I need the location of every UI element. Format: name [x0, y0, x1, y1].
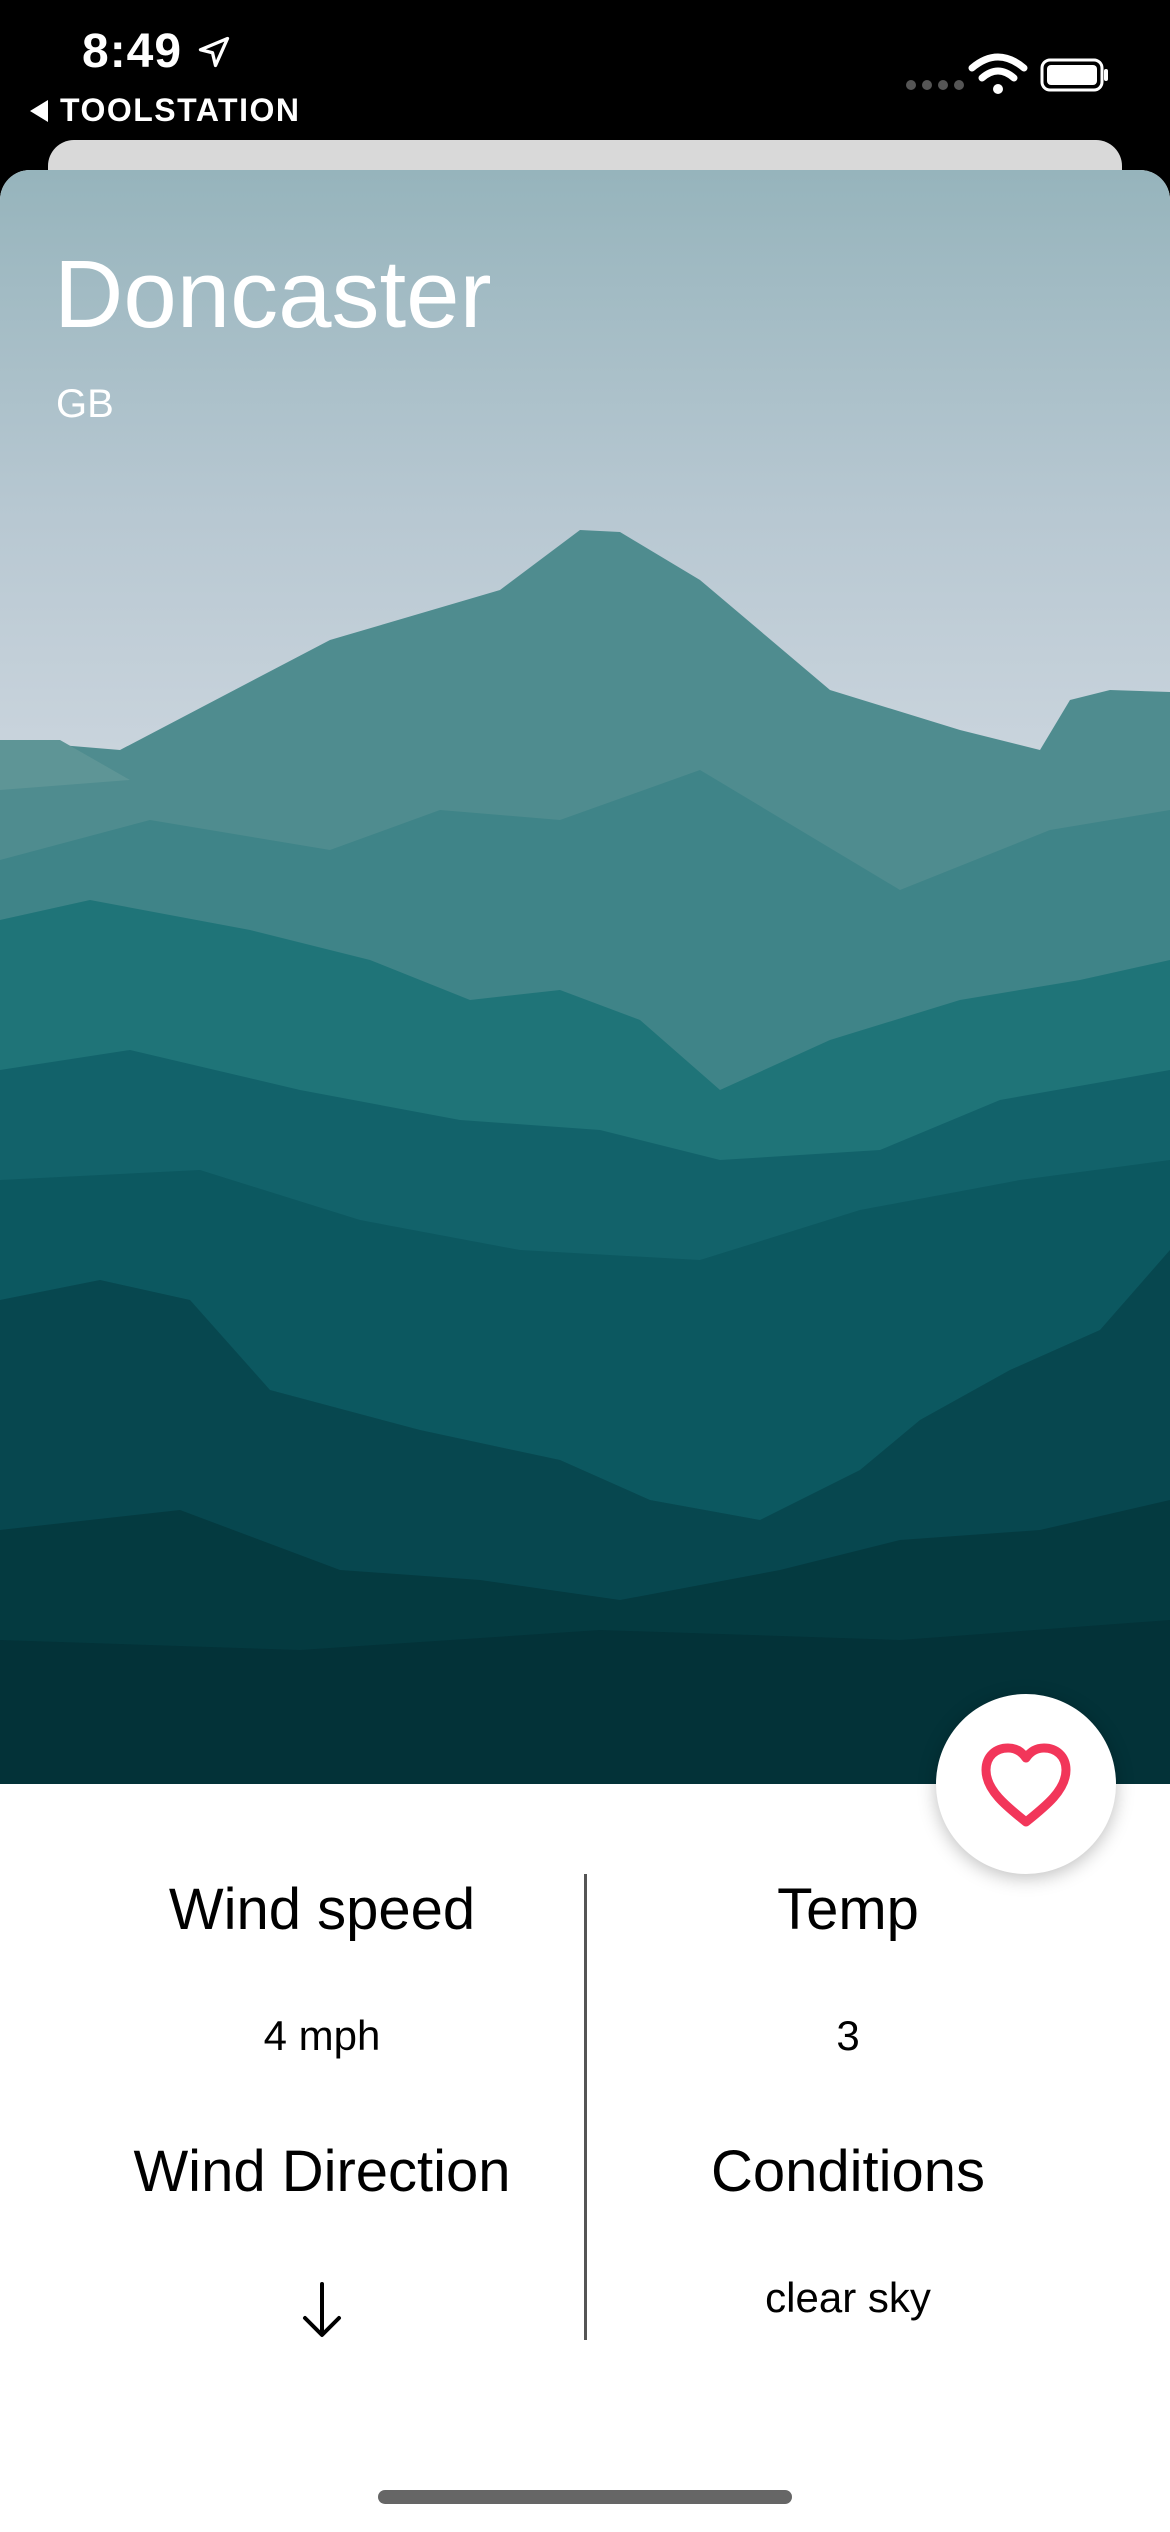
- conditions-value: clear sky: [765, 2274, 931, 2321]
- column-divider: [584, 1874, 587, 2340]
- temp-value: 3: [836, 2012, 860, 2059]
- wifi-icon: [968, 53, 1028, 94]
- status-time: 8:49: [82, 25, 183, 78]
- location-arrow-icon: [198, 36, 230, 68]
- status-bar: 8:49 TOOLSTATION: [0, 0, 1170, 140]
- wind-speed-value: 4 mph: [263, 2012, 381, 2059]
- mountain-hero-image: Doncaster GB: [0, 170, 1170, 1784]
- city-name: Doncaster: [54, 241, 492, 348]
- battery-icon: [1040, 58, 1108, 92]
- heart-icon: [981, 1743, 1071, 1827]
- wind-speed-label: Wind speed: [168, 1877, 476, 1942]
- weather-detail-card: Doncaster GB Wind speed 4 mph Wind Direc…: [0, 170, 1170, 2532]
- back-app-label: TOOLSTATION: [60, 92, 301, 128]
- back-triangle-icon: [30, 99, 48, 122]
- conditions-label: Conditions: [710, 2139, 986, 2204]
- arrow-down-icon: [303, 2282, 341, 2337]
- country-code: GB: [56, 382, 114, 426]
- favorite-button[interactable]: [936, 1694, 1116, 1874]
- back-to-app-button[interactable]: TOOLSTATION: [30, 92, 300, 129]
- cellular-signal-icon: [906, 80, 964, 90]
- home-indicator[interactable]: [378, 2490, 792, 2504]
- temp-label: Temp: [777, 1877, 919, 1942]
- wind-direction-label: Wind Direction: [133, 2139, 511, 2204]
